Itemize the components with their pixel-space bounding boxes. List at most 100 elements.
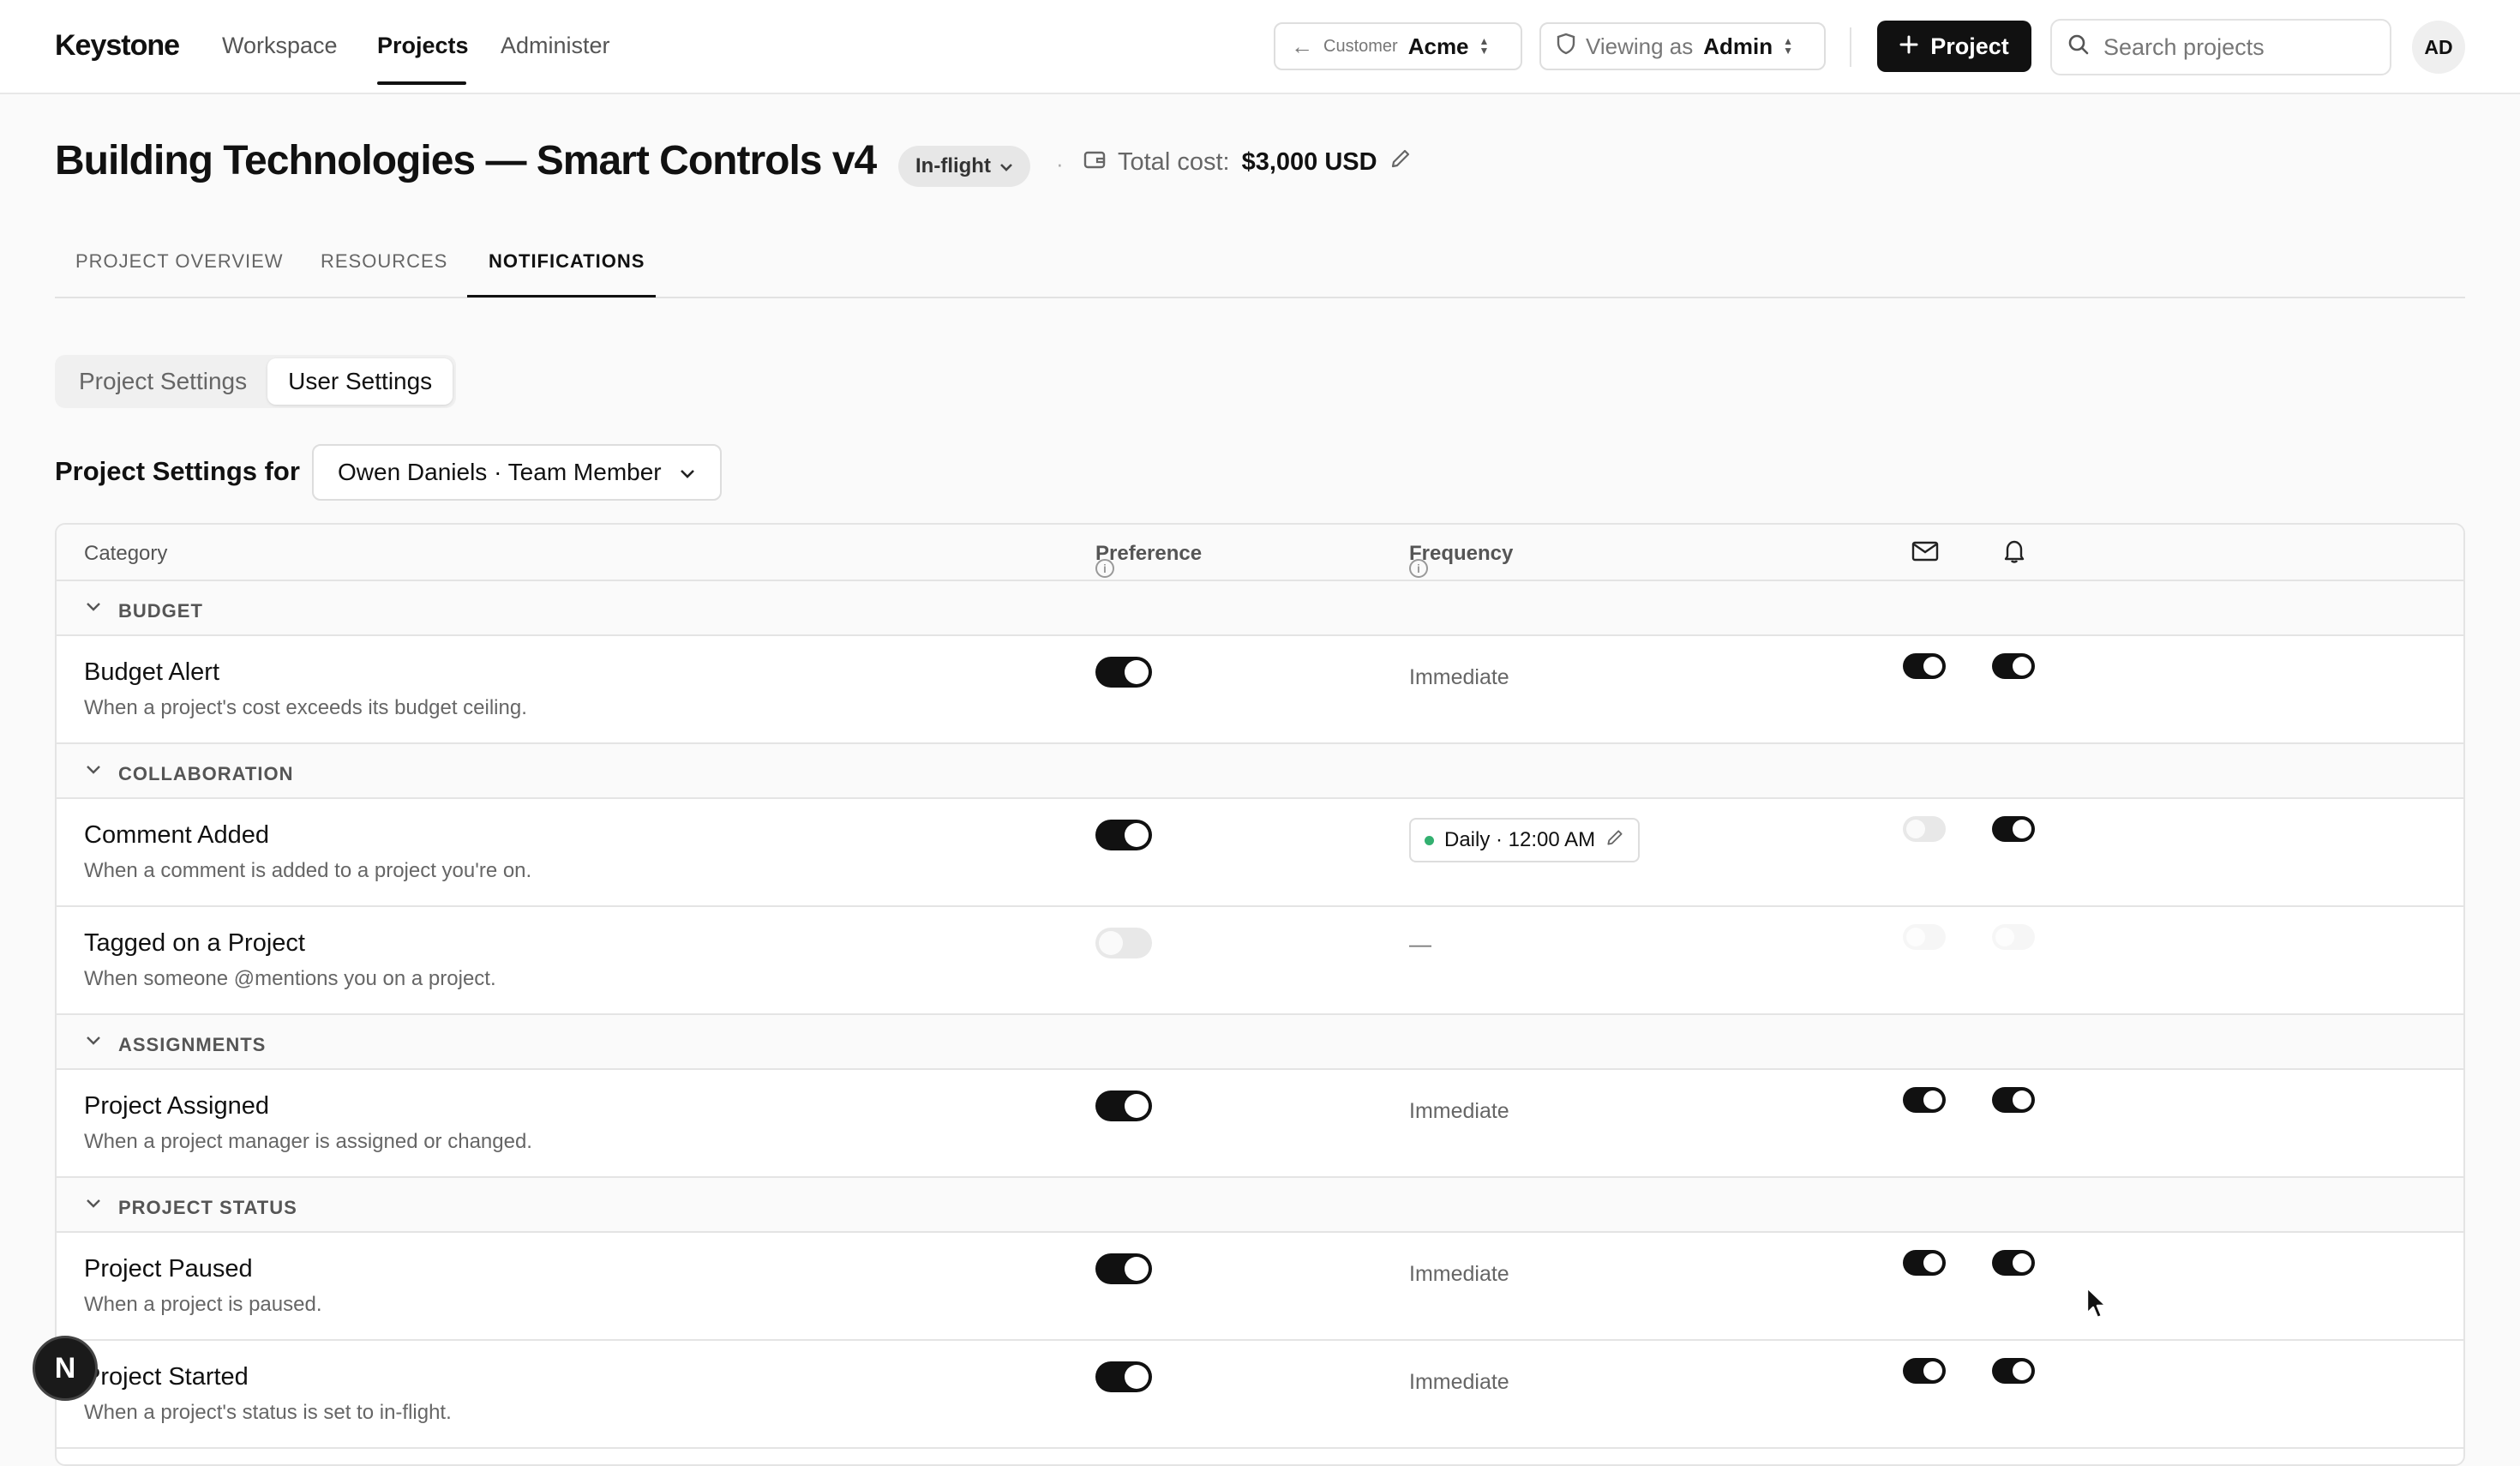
back-arrow-icon[interactable]: ←	[1291, 33, 1313, 60]
preference-toggle[interactable]	[1095, 1253, 1152, 1284]
push-toggle[interactable]	[1992, 1358, 2035, 1384]
search-box[interactable]	[2050, 19, 2391, 75]
chevron-down-icon	[86, 1032, 101, 1050]
project-tabs: PROJECT OVERVIEW RESOURCES NOTIFICATIONS	[55, 250, 2465, 298]
divider	[1850, 27, 1851, 67]
row-name: Budget Alert	[84, 658, 219, 686]
chevron-updown-icon: ▲ ▼	[1479, 35, 1490, 57]
chevron-down-icon	[679, 459, 696, 486]
nav-projects[interactable]: Projects	[377, 33, 469, 59]
push-toggle[interactable]	[1992, 653, 2035, 679]
viewing-as-label: Viewing as	[1586, 33, 1694, 59]
category-label: COLLABORATION	[118, 763, 294, 784]
new-project-button[interactable]: Project	[1877, 21, 2031, 72]
table-row: Comment Added When a comment is added to…	[57, 799, 2463, 907]
shield-icon	[1557, 33, 1575, 61]
tab-notifications[interactable]: NOTIFICATIONS	[489, 250, 645, 273]
email-toggle[interactable]	[1903, 1087, 1946, 1113]
preference-toggle[interactable]	[1095, 657, 1152, 688]
header-separator: ·	[1056, 151, 1064, 177]
row-description: When a project manager is assigned or ch…	[84, 1130, 532, 1153]
search-icon	[2067, 33, 2090, 62]
edit-cost-icon[interactable]	[1389, 147, 1412, 177]
push-toggle[interactable]	[1992, 924, 2035, 950]
row-name: Tagged on a Project	[84, 929, 305, 957]
row-frequency: Daily · 12:00 AM	[1444, 828, 1596, 851]
info-icon[interactable]: i	[1095, 559, 1114, 578]
email-toggle[interactable]	[1903, 1250, 1946, 1276]
segment-project-settings[interactable]: Project Settings	[58, 358, 267, 405]
header-preference: Preference i	[1095, 542, 1202, 578]
status-label: In-flight	[915, 154, 991, 177]
preference-toggle[interactable]	[1095, 928, 1152, 958]
row-name: Project Started	[84, 1363, 249, 1391]
info-icon[interactable]: i	[1409, 559, 1428, 578]
table-row: Budget Alert When a project's cost excee…	[57, 636, 2463, 744]
table-row: Project Assigned When a project manager …	[57, 1070, 2463, 1178]
mouse-cursor-icon	[2085, 1286, 2109, 1325]
viewing-as-value: Admin	[1703, 33, 1773, 59]
new-project-label: Project	[1930, 33, 2009, 59]
row-description: When someone @mentions you on a project.	[84, 967, 496, 990]
total-cost-label: Total cost:	[1118, 147, 1230, 176]
viewing-as-switcher[interactable]: Viewing as Admin ▲ ▼	[1539, 22, 1826, 70]
row-frequency: —	[1409, 931, 1431, 957]
user-select[interactable]: Owen Daniels · Team Member	[312, 444, 722, 501]
row-description: When a project is paused.	[84, 1293, 322, 1316]
row-description: When a comment is added to a project you…	[84, 859, 532, 882]
push-toggle[interactable]	[1992, 816, 2035, 842]
category-assignments[interactable]: ASSIGNMENTS	[57, 1015, 2463, 1070]
email-toggle[interactable]	[1903, 816, 1946, 842]
user-avatar[interactable]: AD	[2412, 21, 2465, 74]
table-row: Tagged on a Project When someone @mentio…	[57, 907, 2463, 1015]
email-toggle[interactable]	[1903, 653, 1946, 679]
mail-icon	[1911, 540, 1939, 562]
plus-icon	[1899, 33, 1918, 60]
category-label: ASSIGNMENTS	[118, 1034, 267, 1055]
search-input[interactable]	[2103, 33, 2378, 61]
app-logo[interactable]: Keystone	[55, 29, 180, 63]
chevron-down-icon	[86, 761, 101, 779]
row-frequency: Immediate	[1409, 665, 1509, 689]
row-description: When a project's status is set to in-fli…	[84, 1401, 452, 1424]
header-category: Category	[84, 542, 168, 565]
preference-toggle[interactable]	[1095, 820, 1152, 850]
preference-toggle[interactable]	[1095, 1090, 1152, 1121]
table-row: Project Started When a project's status …	[57, 1341, 2463, 1449]
tab-resources[interactable]: RESOURCES	[321, 250, 447, 273]
category-budget[interactable]: BUDGET	[57, 581, 2463, 636]
nav-administer[interactable]: Administer	[501, 33, 610, 59]
preference-toggle[interactable]	[1095, 1361, 1152, 1392]
push-toggle[interactable]	[1992, 1250, 2035, 1276]
row-frequency: Immediate	[1409, 1370, 1509, 1394]
edit-frequency-icon[interactable]	[1605, 828, 1624, 853]
settings-for-label: Project Settings for	[55, 456, 300, 486]
segment-user-settings[interactable]: User Settings	[267, 358, 453, 405]
category-collaboration[interactable]: COLLABORATION	[57, 744, 2463, 799]
email-toggle[interactable]	[1903, 1358, 1946, 1384]
table-header: Category Preference i Frequency i	[57, 525, 2463, 581]
wallet-icon	[1083, 148, 1106, 177]
tab-project-overview[interactable]: PROJECT OVERVIEW	[75, 250, 284, 273]
category-label: PROJECT STATUS	[118, 1197, 297, 1218]
chevron-down-icon	[86, 598, 101, 616]
customer-switcher[interactable]: ← Customer Acme ▲ ▼	[1274, 22, 1522, 70]
frequency-chip[interactable]: Daily · 12:00 AM	[1409, 818, 1641, 862]
settings-scope-toggle: Project Settings User Settings	[55, 355, 457, 408]
nav-workspace[interactable]: Workspace	[222, 33, 338, 59]
notifications-table: Category Preference i Frequency i BUDGET…	[55, 523, 2465, 1466]
header-frequency: Frequency i	[1409, 542, 1513, 578]
email-toggle[interactable]	[1903, 924, 1946, 950]
customer-value: Acme	[1407, 33, 1469, 59]
status-badge[interactable]: In-flight	[898, 146, 1030, 187]
total-cost-value: $3,000 USD	[1241, 147, 1377, 176]
push-toggle[interactable]	[1992, 1087, 2035, 1113]
bell-icon	[2002, 538, 2026, 564]
dev-tools-button[interactable]: N	[33, 1336, 98, 1401]
chevron-down-icon	[999, 154, 1013, 178]
category-project-status[interactable]: PROJECT STATUS	[57, 1178, 2463, 1233]
status-dot	[1425, 835, 1434, 845]
nav-active-indicator	[377, 81, 466, 85]
selected-user: Owen Daniels · Team Member	[338, 459, 662, 485]
page-title: Building Technologies — Smart Controls v…	[55, 138, 877, 183]
